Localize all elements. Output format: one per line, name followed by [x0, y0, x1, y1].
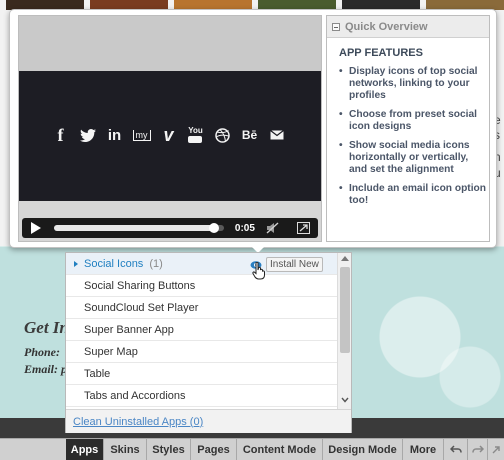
video-frame: f in my v You Bē: [19, 71, 321, 201]
app-item[interactable]: SoundCloud Set Player: [66, 297, 337, 319]
behance-icon: Bē: [241, 128, 258, 142]
mute-button[interactable]: [259, 218, 289, 238]
app-item-social-icons[interactable]: Social Icons (1) Install New: [66, 253, 337, 275]
video-controls: 0:05: [22, 218, 318, 238]
video-time: 0:05: [234, 222, 255, 234]
video-progress-fill: [53, 225, 218, 231]
app-item-count: (1): [149, 257, 163, 270]
myspace-icon: my: [128, 123, 155, 147]
volume-muted-icon: [267, 222, 279, 234]
quick-overview-title: Quick Overview: [345, 20, 428, 33]
email-icon: [263, 123, 290, 147]
video-progress-knob[interactable]: [209, 223, 220, 233]
feature-item: Choose from preset social icon designs: [339, 109, 489, 133]
app-item[interactable]: Super Map: [66, 341, 337, 363]
tab-skins[interactable]: Skins: [104, 439, 147, 460]
caret-right-icon: [74, 261, 78, 267]
features-list: Display icons of top social networks, li…: [339, 66, 489, 214]
app-item[interactable]: Super Banner App: [66, 319, 337, 341]
tab-content-mode[interactable]: Content Mode: [237, 439, 323, 460]
clean-bar: Clean Uninstalled Apps (0): [66, 409, 351, 433]
undo-button[interactable]: [444, 439, 468, 460]
twitter-icon: [74, 123, 101, 147]
social-icons-row: f in my v You Bē: [47, 123, 290, 147]
video-progress-bar[interactable]: [53, 223, 224, 233]
linkedin-icon: in: [107, 126, 122, 144]
site-heading: Get In: [24, 318, 69, 337]
youtube-icon: You: [182, 123, 209, 147]
video-player[interactable]: f in my v You Bē 0:05: [18, 15, 322, 242]
quick-overview-header: Quick Overview: [327, 16, 489, 38]
app-item[interactable]: Table: [66, 363, 337, 385]
redo-button[interactable]: [468, 439, 488, 460]
app-list-dropdown: Social Icons (1) Install New Social Shar…: [65, 252, 352, 433]
app-item[interactable]: Social Sharing Buttons: [66, 275, 337, 297]
dribbble-icon: [209, 123, 236, 147]
scroll-thumb[interactable]: [340, 267, 350, 353]
arrow-icon: [492, 446, 500, 454]
tab-styles[interactable]: Styles: [147, 439, 191, 460]
video-top-area: [19, 16, 321, 71]
hand-cursor-icon: [252, 262, 265, 280]
quick-overview-panel: Quick Overview APP FEATURES Display icon…: [326, 15, 490, 242]
tab-apps[interactable]: Apps: [66, 439, 104, 460]
fullscreen-icon: [296, 222, 310, 234]
redo-icon: [471, 445, 484, 453]
feature-item: Show social media icons horizontally or …: [339, 140, 489, 176]
clean-uninstalled-apps-link[interactable]: Clean Uninstalled Apps (0): [73, 416, 203, 428]
install-new-button[interactable]: Install New: [266, 257, 323, 272]
vimeo-icon: v: [163, 124, 174, 145]
app-item[interactable]: Tabs and Accordions: [66, 385, 337, 407]
feature-item: Include an email icon option too!: [339, 183, 489, 207]
play-button[interactable]: [22, 218, 50, 238]
app-list-scrollbar[interactable]: [337, 253, 351, 409]
collapse-icon[interactable]: [332, 22, 340, 31]
scroll-down-icon[interactable]: [341, 396, 349, 404]
fullscreen-button[interactable]: [288, 218, 318, 238]
tab-more[interactable]: More: [403, 439, 444, 460]
play-icon: [30, 222, 41, 234]
tab-design-mode[interactable]: Design Mode: [323, 439, 403, 460]
site-email-label: Email: p: [24, 362, 68, 376]
facebook-icon: f: [57, 124, 64, 145]
feature-item: Display icons of top social networks, li…: [339, 66, 489, 102]
scroll-up-icon[interactable]: [341, 256, 349, 261]
features-heading: APP FEATURES: [339, 47, 423, 59]
undo-icon: [449, 445, 462, 453]
app-item-label: Social Icons: [84, 257, 144, 270]
more-options-button[interactable]: [488, 439, 504, 460]
editor-tab-bar: Apps Skins Styles Pages Content Mode Des…: [0, 438, 504, 460]
site-phone-label: Phone:: [24, 345, 60, 359]
tab-pages[interactable]: Pages: [191, 439, 237, 460]
